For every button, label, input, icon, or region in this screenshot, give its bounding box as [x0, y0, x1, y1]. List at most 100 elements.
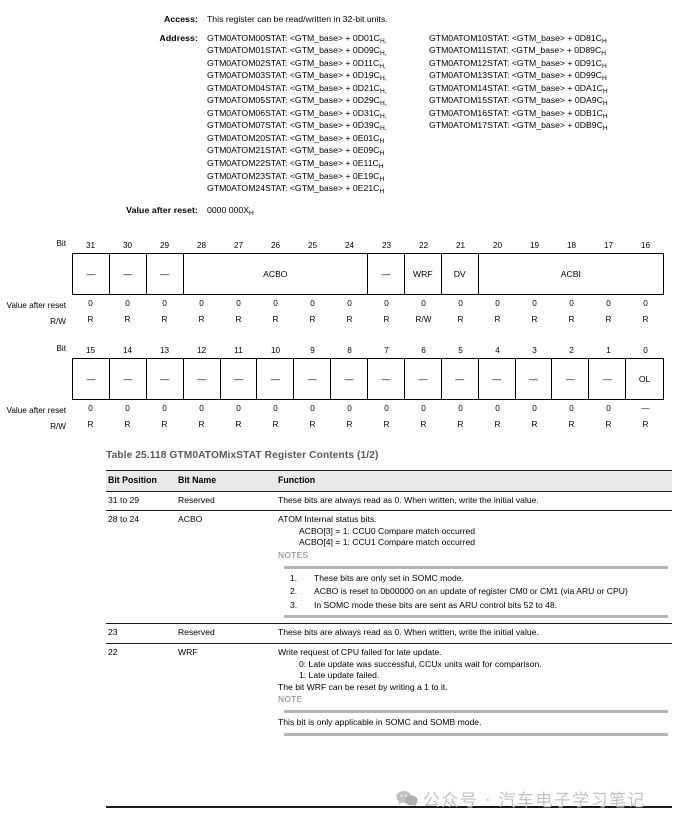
register-contents-table: Bit Position Bit Name Function 31 to 29 R…: [106, 470, 672, 741]
reset-value: 0: [384, 404, 389, 413]
rw-value: R: [457, 315, 464, 324]
function-line: Write request of CPU failed for late upd…: [278, 646, 442, 657]
address-text: GTM0ATOM10STAT: <GTM_base> + 0D81C: [429, 32, 602, 43]
reset-value: 0: [606, 299, 611, 308]
rw-row-upper: R/W R R R R R R R R R R/W R R R R R R: [0, 315, 664, 328]
bit-number: 20: [492, 241, 503, 250]
reset-value: 0: [199, 299, 204, 308]
rw-value: R: [383, 315, 390, 324]
table-row: 22 WRF Write request of CPU failed for lat…: [106, 643, 672, 740]
address-text: GTM0ATOM02STAT: <GTM_base> + 0D11C: [207, 57, 380, 68]
address-line: GTM0ATOM02STAT: <GTM_base> + 0D11CH,: [207, 58, 429, 71]
reset-value: 0: [458, 299, 463, 308]
hex-subscript: H,: [379, 87, 387, 95]
access-label: Access:: [163, 14, 198, 24]
address-line: GTM0ATOM04STAT: <GTM_base> + 0D21CH,: [207, 83, 429, 96]
bit-field-reserved: —: [147, 254, 184, 294]
reset-value: 0: [384, 299, 389, 308]
rw-value: R: [198, 420, 205, 429]
bit-field-reserved: —: [294, 359, 332, 399]
access-value: This register can be read/written in 32-…: [207, 14, 388, 24]
address-text: GTM0ATOM22STAT: <GTM_base> + 0E11C: [207, 157, 379, 168]
bit-number: 12: [196, 346, 207, 355]
rw-label-lower: R/W: [50, 422, 66, 431]
notes-label: NOTE: [278, 694, 303, 705]
rw-value: R: [531, 315, 538, 324]
rw-value: R: [642, 420, 649, 429]
hex-subscript: H: [379, 137, 385, 145]
table-row: 23 Reserved These bits are always read as …: [106, 623, 672, 644]
bit-number: 25: [307, 241, 318, 250]
reset-value: 0: [310, 299, 315, 308]
reset-value: 0: [495, 404, 500, 413]
rw-value: R: [87, 420, 94, 429]
rw-value: R: [568, 315, 575, 324]
rw-value: R: [124, 420, 131, 429]
bit-number: 0: [643, 346, 648, 355]
cell-function: These bits are always read as 0. When wr…: [278, 491, 672, 512]
bit-numbers-lower: 15 14 13 12 11 10 9 8 7 6 5 4 3 2 1 0: [72, 346, 664, 355]
reset-value: 0: [643, 299, 648, 308]
bit-number: 26: [270, 241, 281, 250]
address-text: GTM0ATOM07STAT: <GTM_base> + 0D39C: [207, 120, 380, 131]
bit-field-row-lower: — — — — — — — — — — — — — — — OL: [0, 358, 664, 400]
hex-subscript: H: [601, 75, 607, 83]
reset-value: 0: [532, 404, 537, 413]
address-text: GTM0ATOM21STAT: <GTM_base> + 0E09C: [207, 145, 380, 156]
reset-value: 0: [199, 404, 204, 413]
bit-number: 31: [85, 241, 96, 250]
hex-subscript: H,: [379, 112, 387, 120]
rw-value: R: [346, 315, 353, 324]
rw-value: R: [309, 315, 316, 324]
rw-value: R: [494, 315, 501, 324]
rw-label-upper: R/W: [50, 317, 66, 326]
bit-field-reserved: —: [110, 254, 147, 294]
bit-number: 2: [569, 346, 574, 355]
reset-label-upper: Value after reset: [6, 301, 66, 310]
bit-number-row-lower: Bit 15 14 13 12 11 10 9 8 7 6 5 4 3 2 1 0: [0, 341, 664, 355]
hex-subscript: H: [601, 37, 607, 45]
address-text: GTM0ATOM24STAT: <GTM_base> + 0E21C: [207, 183, 380, 194]
bit-field-reserved: —: [73, 359, 110, 399]
address-line: GTM0ATOM00STAT: <GTM_base> + 0D01CH,: [207, 33, 429, 46]
rw-value: R: [87, 315, 94, 324]
spacer-lower: [0, 358, 72, 400]
reset-value: 0: [347, 299, 352, 308]
reset-value: 0: [310, 404, 315, 413]
address-columns: GTM0ATOM00STAT: <GTM_base> + 0D01CH, GTM0…: [207, 33, 679, 196]
address-label: Address:: [159, 32, 198, 43]
hex-subscript: H: [379, 175, 385, 183]
reset-values-upper: 0 0 0 0 0 0 0 0 0 0 0 0 0 0 0 0: [72, 299, 664, 312]
bit-field-dv: DV: [442, 254, 479, 294]
table-header-row: Bit Position Bit Name Function: [106, 470, 672, 492]
note-item: In SOMC mode these bits are sent as ARU …: [290, 599, 558, 611]
address-line: GTM0ATOM01STAT: <GTM_base> + 0D09CH,: [207, 45, 429, 58]
wechat-icon: [396, 790, 418, 807]
bit-number: 5: [458, 346, 463, 355]
bit-field-reserved: —: [516, 359, 553, 399]
watermark-text: 公众号 · 汽车电子学习笔记: [423, 791, 646, 811]
rw-value: R: [642, 315, 649, 324]
reset-value: 0: [458, 404, 463, 413]
bit-number: 21: [455, 241, 466, 250]
value-after-reset-row: Value after reset: 0000 000XH: [0, 205, 688, 218]
bit-number-row-upper: Bit 31 30 29 28 27 26 25 24 23 22 21 20 19 18 17 16: [0, 236, 664, 250]
hex-subscript: H,: [379, 37, 387, 45]
address-line: GTM0ATOM10STAT: <GTM_base> + 0D81CH: [429, 33, 679, 46]
notes-list: These bits are only set in SOMC mode. ACB…: [278, 573, 668, 612]
bit-number: 29: [159, 241, 170, 250]
function-sub-line: 0: Late update was successful, CCUx unit…: [299, 658, 542, 669]
header-function: Function: [278, 470, 672, 492]
address-line: GTM0ATOM06STAT: <GTM_base> + 0D31CH,: [207, 108, 429, 121]
cell-bit-name: WRF: [178, 646, 198, 657]
bit-number: 27: [233, 241, 244, 250]
address-text: GTM0ATOM00STAT: <GTM_base> + 0D01C: [207, 32, 380, 43]
bit-number: 6: [421, 346, 426, 355]
address-line: GTM0ATOM23STAT: <GTM_base> + 0E19CH: [207, 171, 429, 184]
reset-label-lower: Value after reset: [6, 406, 66, 415]
address-line: GTM0ATOM24STAT: <GTM_base> + 0E21CH: [207, 183, 429, 196]
bit-number: 24: [344, 241, 355, 250]
bit-field-reserved: —: [147, 359, 184, 399]
address-line: GTM0ATOM05STAT: <GTM_base> + 0D29CH,: [207, 95, 429, 108]
rw-value: R: [272, 315, 279, 324]
